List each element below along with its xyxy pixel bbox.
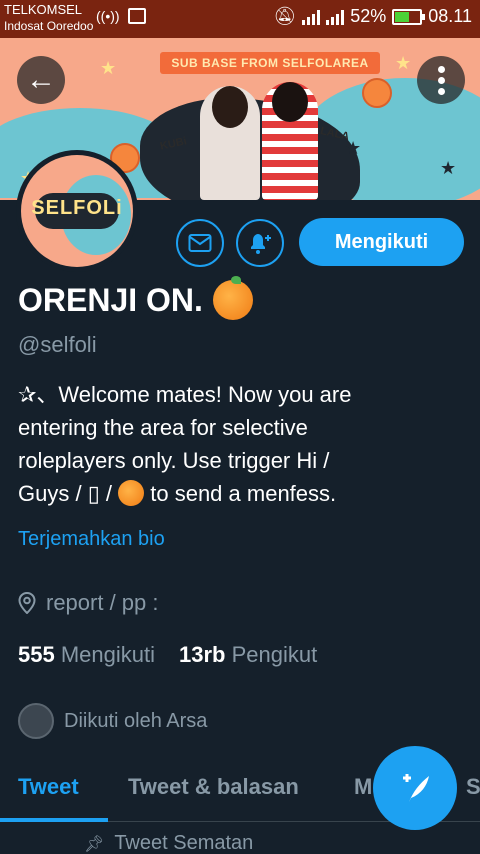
star-icon: ★ [395, 53, 412, 73]
bio-line: roleplayers only. Use trigger Hi / [18, 448, 330, 473]
profile-name-text: ORENJI ON. [18, 281, 203, 318]
followers-count: 13rb [179, 642, 226, 667]
pin-icon: 📌︎ [84, 835, 105, 853]
translate-bio-link[interactable]: Terjemahkan bio [18, 528, 165, 551]
avatar-text: SELFOLi [31, 197, 123, 219]
pinned-tweet-label: 📌︎ Tweet Sematan [84, 832, 253, 854]
carrier-secondary: Indosat Ooredoo [4, 19, 94, 33]
image-icon [127, 8, 146, 24]
profile-name: ORENJI ON. [18, 276, 253, 320]
profile-handle: @selfoli [18, 332, 97, 357]
signal-h-icon [326, 9, 345, 25]
notification-button[interactable] [236, 219, 284, 267]
feather-plus-icon [403, 774, 429, 802]
following-stat[interactable]: 555 Mengikuti [18, 642, 155, 668]
follower-avatar [18, 703, 54, 739]
banner-figure-right [262, 82, 318, 200]
star-icon: ★ [440, 158, 457, 178]
followers-label: Pengikut [231, 642, 318, 667]
more-options-button[interactable] [417, 56, 465, 104]
missing-glyph: ▯ [87, 481, 100, 506]
location-pin-icon [18, 592, 36, 614]
carrier-primary: TELKOMSEL [4, 2, 83, 17]
bio-line: ✰、Welcome mates! Now you are [18, 382, 352, 407]
status-icons-right: 🔕︎ 52% 08.11 [273, 6, 472, 27]
status-bar: TELKOMSEL Indosat Ooredoo ((•)) 🔕︎ 52% 0… [0, 0, 480, 38]
status-icons-left: ((•)) [96, 8, 146, 24]
followers-stat[interactable]: 13rb Pengikut [179, 642, 317, 668]
active-tab-indicator [0, 818, 108, 822]
back-button[interactable]: ← [17, 56, 65, 104]
banner-title: SUB BASE FROM SELFOLAREA [160, 52, 380, 74]
profile-bio: ✰、Welcome mates! Now you are entering th… [18, 378, 463, 510]
star-icon: ★ [100, 58, 117, 78]
tab-tweet-replies[interactable]: Tweet & balasan [128, 774, 299, 800]
compose-tweet-button[interactable] [373, 746, 457, 830]
pinned-text: Tweet Sematan [114, 832, 254, 854]
orange-emoji-icon [118, 480, 145, 506]
arrow-left-icon: ← [26, 63, 56, 96]
followed-by[interactable]: Diikuti oleh Arsa [18, 703, 207, 739]
profile-location: report / pp : [18, 590, 159, 616]
star-icon: ★ [345, 138, 362, 158]
location-text: report / pp : [46, 590, 159, 615]
battery-percent: 52% [350, 6, 387, 26]
envelope-icon [188, 234, 212, 252]
bio-line: Guys / ▯ / to send a menfess. [18, 480, 337, 506]
followed-by-text: Diikuti oleh Arsa [64, 709, 208, 732]
clock: 08.11 [428, 6, 472, 26]
message-button[interactable] [176, 219, 224, 267]
bio-line: entering the area for selective [18, 415, 308, 440]
hotspot-icon: ((•)) [96, 8, 120, 24]
following-button[interactable]: Mengikuti [299, 218, 464, 266]
banner-orange [362, 78, 392, 108]
avatar[interactable]: SELFOLi [16, 150, 138, 272]
orange-emoji-icon [212, 276, 253, 320]
tab-media[interactable]: M [354, 774, 372, 800]
mute-icon: 🔕︎ [273, 6, 297, 26]
tab-tweet[interactable]: Tweet [18, 774, 79, 800]
following-label: Mengikuti [60, 642, 155, 667]
tab-likes[interactable]: S [466, 774, 480, 800]
bell-plus-icon [251, 234, 271, 254]
follow-stats: 555 Mengikuti 13rb Pengikut [18, 642, 317, 668]
battery-icon [392, 8, 426, 25]
signal-icon [302, 9, 321, 25]
following-count: 555 [18, 642, 55, 667]
banner-figure-left [200, 86, 260, 200]
